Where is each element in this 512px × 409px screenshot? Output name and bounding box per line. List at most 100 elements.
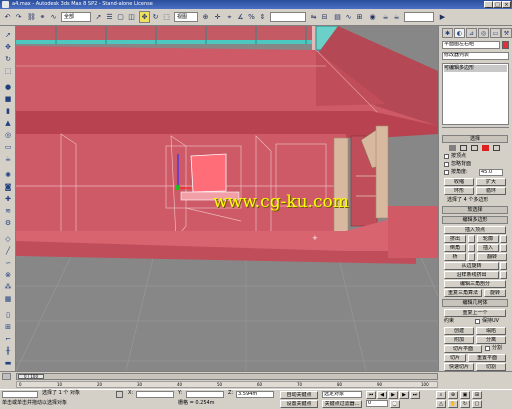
torus-icon[interactable]: ◎ <box>2 130 14 140</box>
quickslice-button[interactable]: 快速切片 <box>444 363 474 371</box>
rect-region-icon[interactable]: ▢ <box>115 11 126 23</box>
systems-icon[interactable]: ⚙ <box>2 218 14 228</box>
time-slider-thumb[interactable]: 0 / 100 <box>18 374 44 379</box>
spline-settings-button[interactable] <box>500 271 507 279</box>
loop-button[interactable]: 循环 <box>476 187 506 195</box>
tab-modify-icon[interactable]: ◐ <box>454 28 465 38</box>
select-by-name-icon[interactable]: ☰ <box>104 11 115 23</box>
rollout-edit-polygons[interactable]: 编辑多边形 <box>442 216 508 224</box>
close-button[interactable]: × <box>502 1 511 8</box>
teapot-icon[interactable]: ☕ <box>2 154 14 164</box>
zoom-extents-all-icon[interactable]: ⊞ <box>472 391 482 399</box>
tab-create-icon[interactable]: ✱ <box>442 28 453 38</box>
outline-settings-button[interactable] <box>500 235 507 243</box>
slice-button[interactable]: 切片 <box>444 354 466 362</box>
rollout-soft-selection[interactable]: 软选择 <box>442 206 508 214</box>
x-coord-field[interactable] <box>136 391 174 398</box>
mini-listener-toggle[interactable] <box>2 373 11 380</box>
wall-icon[interactable]: ▬ <box>2 358 14 368</box>
rollout-edit-geometry[interactable]: 编辑几何体 <box>442 299 508 307</box>
key-selection-dropdown[interactable]: 选定对象 <box>322 391 362 398</box>
selection-filter-dropdown[interactable]: 全部 <box>61 12 91 22</box>
fov-icon[interactable]: △ <box>436 400 446 408</box>
maxscript-listener[interactable] <box>2 391 38 398</box>
cone-icon[interactable]: ▲ <box>2 118 14 128</box>
create-button[interactable]: 创建 <box>444 327 474 335</box>
railing-icon[interactable]: ╫ <box>2 346 14 356</box>
light-icon[interactable]: ✺ <box>2 170 14 180</box>
angle-spinner[interactable]: 45.0 <box>479 169 503 176</box>
select-object-icon[interactable]: ➚ <box>93 11 104 23</box>
cut-button[interactable]: 切割 <box>476 363 506 371</box>
tab-display-icon[interactable]: ▭ <box>490 28 501 38</box>
align-icon[interactable]: ⊟ <box>319 11 330 23</box>
auto-key-button[interactable]: 自动关键点 <box>280 391 318 399</box>
nurbs-icon[interactable]: ∽ <box>2 258 14 268</box>
flip-button[interactable]: 翻转 <box>477 253 507 261</box>
inset-button[interactable]: 插入 <box>477 244 499 252</box>
track-bar[interactable]: 0 10 20 30 40 50 60 70 80 90 100 <box>16 381 438 388</box>
repeat-last-button[interactable]: 重复上一个 <box>444 309 506 317</box>
inset-settings-button[interactable] <box>500 244 507 252</box>
render-last-icon[interactable]: ▶ <box>437 11 448 23</box>
tab-hierarchy-icon[interactable]: ⊿ <box>466 28 477 38</box>
rollout-selection[interactable]: 选择 <box>442 135 508 143</box>
orbit-icon[interactable]: ↻ <box>460 400 470 408</box>
z-coord-field[interactable]: 3.594m <box>236 391 274 398</box>
render-type-dropdown[interactable] <box>404 12 434 22</box>
spinner-snap-icon[interactable]: ⇕ <box>257 11 268 23</box>
layer-icon[interactable]: ▤ <box>332 11 343 23</box>
tab-motion-icon[interactable]: ◎ <box>478 28 489 38</box>
app-icon[interactable] <box>2 1 9 8</box>
detach-button[interactable]: 分离 <box>476 336 506 344</box>
schematic-icon[interactable]: ⊞ <box>354 11 365 23</box>
window-icon[interactable]: ⊞ <box>2 322 14 332</box>
collapse-button[interactable]: 塌陷 <box>476 327 506 335</box>
ring-button[interactable]: 环形 <box>444 187 474 195</box>
slice-plane-button[interactable]: 切片平面 <box>444 345 482 353</box>
material-editor-icon[interactable]: ◉ <box>367 11 378 23</box>
shape-icon[interactable]: ◇ <box>2 234 14 244</box>
reset-plane-button[interactable]: 重置平面 <box>468 354 506 362</box>
curve-editor-icon[interactable]: ∿ <box>343 11 354 23</box>
shrink-button[interactable]: 收缩 <box>444 178 474 186</box>
select-icon[interactable]: ➚ <box>2 30 14 40</box>
preserve-uv-checkbox[interactable] <box>475 319 480 324</box>
hinge-settings-button[interactable] <box>500 262 507 270</box>
extrude-settings-button[interactable] <box>468 235 475 243</box>
key-filters-button[interactable]: 关键点过滤器... <box>322 400 362 408</box>
maximize-button[interactable]: □ <box>493 1 502 8</box>
goto-start-icon[interactable]: ⏮ <box>366 391 376 399</box>
zoom-icon[interactable]: ⌕ <box>436 391 446 399</box>
outline-button[interactable]: 轮廓 <box>477 235 499 243</box>
split-checkbox[interactable] <box>485 346 490 351</box>
perspective-viewport[interactable]: + www.cg-ku.com <box>16 26 438 371</box>
time-slider-track[interactable]: 0 / 100 <box>16 373 438 380</box>
rotate-icon[interactable]: ↻ <box>150 11 161 23</box>
border-mode-icon[interactable] <box>471 145 478 151</box>
zoom-extents-icon[interactable]: ▣ <box>460 391 470 399</box>
polygon-mode-icon[interactable] <box>482 145 489 151</box>
turn-button[interactable]: 旋转 <box>484 289 506 297</box>
lock-selection-icon[interactable] <box>116 391 123 398</box>
zoom-all-icon[interactable]: ⊕ <box>448 391 458 399</box>
scale-icon[interactable]: ⬚ <box>2 66 14 76</box>
reference-coord-dropdown[interactable]: 视图 <box>174 12 198 22</box>
extrude-button[interactable]: 挤出 <box>444 235 466 243</box>
bind-spacewarp-icon[interactable]: ∿ <box>48 11 59 23</box>
box-icon[interactable]: ■ <box>2 94 14 104</box>
move-icon[interactable]: ✥ <box>2 42 14 52</box>
camera-icon[interactable]: ◙ <box>2 182 14 192</box>
percent-snap-icon[interactable]: % <box>246 11 257 23</box>
hinge-from-edge-button[interactable]: 从边旋转 <box>444 262 499 270</box>
y-coord-field[interactable] <box>186 391 224 398</box>
sphere-icon[interactable]: ● <box>2 82 14 92</box>
insert-vertex-button[interactable]: 插入顶点 <box>444 226 506 234</box>
rotate-icon[interactable]: ↻ <box>2 54 14 64</box>
tab-utilities-icon[interactable]: ⚒ <box>501 28 512 38</box>
bevel-button[interactable]: 倒角 <box>444 244 466 252</box>
bridge-settings-button[interactable] <box>468 253 475 261</box>
minimize-button[interactable]: _ <box>484 1 493 8</box>
next-frame-icon[interactable]: ▶ <box>399 391 409 399</box>
plane-icon[interactable]: ▭ <box>2 142 14 152</box>
